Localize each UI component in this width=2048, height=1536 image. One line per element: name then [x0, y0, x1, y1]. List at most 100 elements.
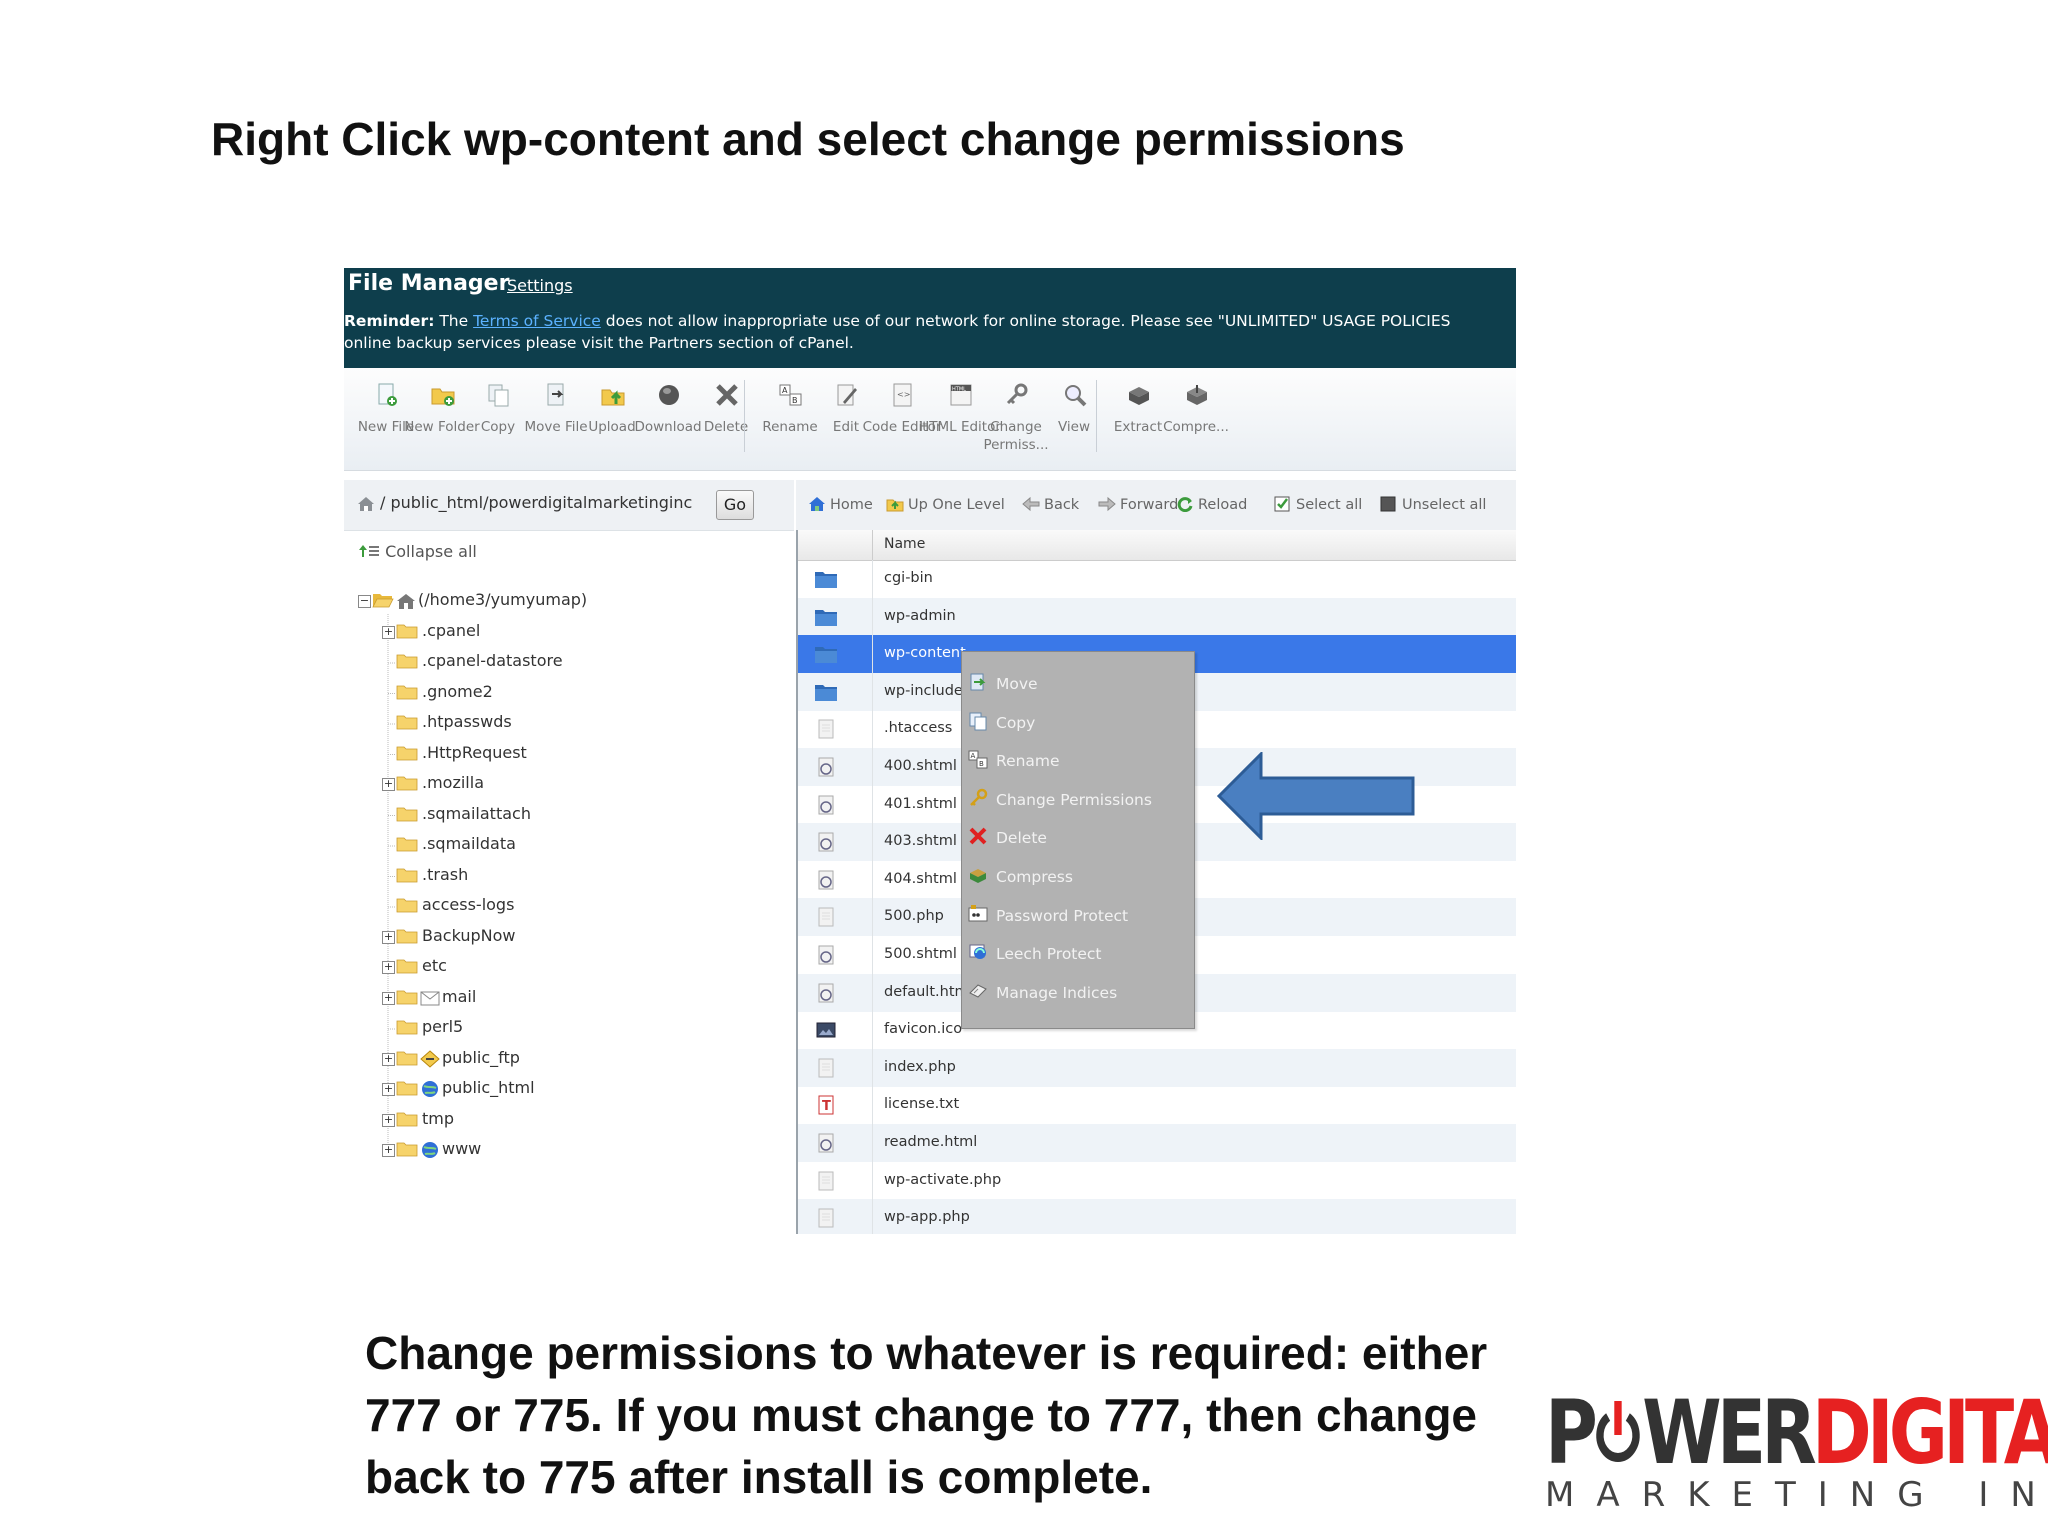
file-name: .htaccess [884, 720, 953, 737]
folder-tree-label: (/home3/yumyumap) [418, 590, 588, 609]
context-menu-change-permissions[interactable]: Change Permissions [962, 782, 1194, 820]
up-level-icon [886, 499, 904, 512]
file-row[interactable]: wp-activate.php [798, 1161, 1516, 1200]
file-name: default.htm [884, 983, 969, 1000]
file-name: wp-activate.php [884, 1171, 1002, 1188]
file-manager-header: File Manager Settings Reminder: The Term… [344, 268, 1516, 368]
password-icon [968, 904, 988, 922]
folder-tree-label: public_html [442, 1078, 535, 1097]
tree-expander-icon[interactable]: + [382, 1052, 395, 1066]
html-file-icon [818, 795, 834, 815]
folder-icon [396, 1142, 418, 1157]
column-divider [872, 1161, 873, 1200]
context-menu-rename[interactable]: A B Rename [962, 743, 1194, 781]
folder-icon [396, 715, 418, 730]
icon-column-header [798, 530, 873, 560]
reminder-line-1: Reminder: The Terms of Service does not … [344, 312, 1450, 330]
new-file-icon [378, 383, 397, 406]
file-name: 401.shtml [884, 795, 957, 812]
context-menu-compress[interactable]: Compress [962, 859, 1194, 897]
context-menu-password-protect[interactable]: Password Protect [962, 898, 1194, 936]
compress-icon [970, 869, 986, 883]
file-list-header: Name [798, 530, 1516, 561]
open-folder-icon [372, 594, 394, 608]
ftp-icon [420, 1049, 440, 1068]
folder-icon [396, 1112, 418, 1126]
download-icon [659, 385, 679, 405]
globe-icon [422, 1142, 438, 1158]
file-row[interactable]: Tlicense.txt [798, 1086, 1516, 1125]
file-name: wp-app.php [884, 1209, 970, 1226]
tree-expander-icon[interactable]: + [382, 1083, 395, 1096]
context-menu-copy[interactable]: Copy [962, 705, 1194, 743]
checkbox-checked-icon [1274, 496, 1290, 512]
toolbar-compress-button[interactable]: Compre... [1160, 368, 1232, 468]
nav-back-arrow-button[interactable]: Back [1022, 496, 1079, 513]
nav-forward-arrow-button[interactable]: Forward [1098, 496, 1178, 513]
tree-expander-icon[interactable]: − [358, 595, 371, 608]
file-row[interactable]: wp-app.php [798, 1199, 1516, 1234]
column-divider [872, 597, 873, 636]
file-row[interactable]: wp-admin [798, 597, 1516, 636]
context-menu-move[interactable]: Move [962, 666, 1194, 704]
context-menu-label: Copy [996, 713, 1036, 732]
rename-icon: AB [968, 750, 988, 769]
folder-icon [815, 609, 837, 626]
folder-icon [396, 624, 418, 638]
context-menu-label: Manage Indices [996, 983, 1118, 1002]
tree-expander-icon[interactable]: + [382, 625, 395, 639]
tree-expander-icon[interactable]: + [382, 961, 395, 974]
navigation-bar: Home Up One Level Back Forward Reload Select … [796, 480, 1516, 531]
context-menu-label: Compress [996, 868, 1073, 886]
nav-checkbox-empty-button[interactable]: Unselect all [1380, 496, 1486, 513]
svg-text:A: A [971, 752, 976, 760]
column-divider [872, 672, 873, 711]
tree-expander-icon[interactable]: + [382, 778, 395, 791]
tree-expander-icon[interactable]: + [382, 930, 395, 944]
folder-icon [396, 1081, 418, 1096]
column-divider [872, 823, 873, 862]
slide-title: Right Click wp-content and select change… [211, 113, 1405, 165]
file-icon [818, 907, 834, 927]
folder-icon [396, 807, 418, 821]
name-column-header[interactable]: Name [884, 536, 925, 552]
html-file-icon [818, 757, 834, 777]
nav-up-level-button[interactable]: Up One Level [886, 496, 1005, 513]
nav-reload-button[interactable]: Reload [1176, 496, 1247, 513]
file-row[interactable]: cgi-bin [798, 560, 1516, 598]
nav-checkbox-checked-button[interactable]: Select all [1274, 496, 1362, 513]
column-divider [872, 898, 873, 937]
terms-of-service-link[interactable]: Terms of Service [473, 312, 601, 330]
column-divider [872, 1011, 873, 1050]
svg-text:B: B [979, 760, 984, 768]
checkbox-empty-icon [1380, 496, 1396, 512]
file-name: 403.shtml [884, 833, 957, 850]
power-button-icon [1595, 1401, 1640, 1462]
toolbar-button-label: Compre... [1163, 419, 1229, 435]
context-menu-label: Rename [996, 752, 1060, 771]
file-name: 500.shtml [884, 946, 957, 962]
nav-home-button[interactable]: Home [808, 496, 873, 513]
column-divider [872, 748, 873, 786]
copy-icon [488, 384, 509, 407]
home-icon [397, 594, 415, 609]
column-divider [872, 1199, 873, 1234]
instruction-line-1: Change permissions to whatever is requir… [365, 1327, 1488, 1379]
context-menu-manage-indices[interactable]: Manage Indices [962, 975, 1194, 1013]
file-row[interactable]: readme.html [798, 1124, 1516, 1162]
logo-digital: DIGITAL [1811, 1381, 2048, 1484]
reminder-rest: does not allow inappropriate use of our … [600, 312, 1451, 330]
file-name: wp-admin [884, 607, 956, 624]
logo-wer: WER [1642, 1381, 1817, 1484]
file-row[interactable]: index.php [798, 1048, 1516, 1087]
nav-label: Forward [1120, 497, 1179, 513]
back-arrow-icon [1022, 496, 1040, 512]
tree-expander-icon[interactable]: + [382, 1113, 395, 1127]
tree-expander-icon[interactable]: + [382, 991, 395, 1005]
tree-expander-icon[interactable]: + [382, 1144, 395, 1157]
settings-link[interactable]: Settings [507, 276, 573, 295]
folder-icon [396, 868, 418, 882]
folder-icon [396, 1051, 418, 1065]
context-menu-delete[interactable]: Delete [962, 820, 1194, 858]
context-menu-leech-protect[interactable]: Leech Protect [962, 936, 1194, 974]
